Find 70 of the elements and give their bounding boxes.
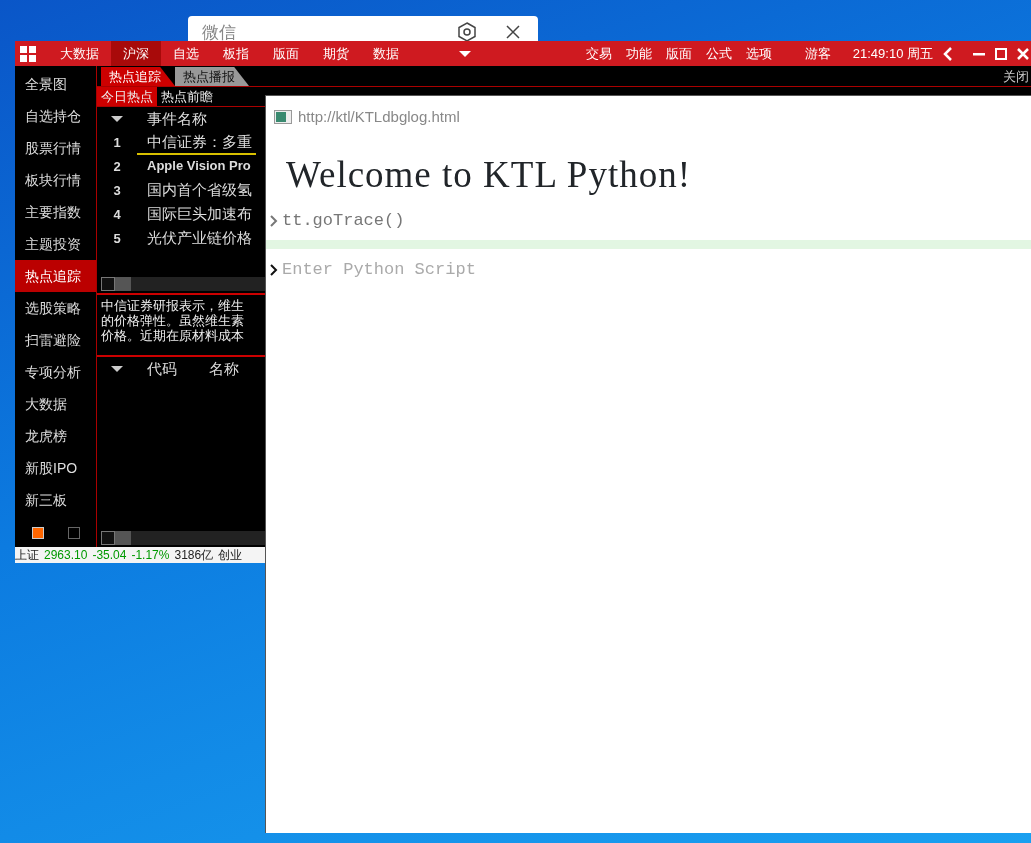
menu-item[interactable]: 公式 — [698, 41, 739, 66]
event-title[interactable]: 国内首个省级氢 — [137, 178, 256, 204]
tab[interactable]: 今日热点 — [97, 87, 157, 106]
settings-icon[interactable] — [458, 22, 476, 42]
menu-item[interactable]: 交易 — [578, 41, 619, 66]
tab[interactable]: 热点前瞻 — [157, 87, 217, 106]
back-icon[interactable] — [943, 46, 953, 61]
column-header[interactable]: 名称 — [177, 357, 239, 381]
sidebar-item[interactable]: 专项分析 — [15, 356, 96, 388]
event-title[interactable]: 国际巨头加速布 — [137, 202, 256, 228]
sort-icon[interactable] — [111, 116, 123, 122]
prompt-icon — [270, 214, 278, 227]
menu-item[interactable]: 数据 — [361, 41, 411, 66]
tab[interactable]: 热点追踪 — [101, 67, 175, 86]
column-header[interactable]: 代码 — [137, 357, 177, 381]
command-text: tt.goTrace() — [282, 210, 405, 233]
event-title[interactable]: Apple Vision Pro — [137, 156, 255, 178]
page-icon — [274, 110, 292, 125]
menu-item[interactable]: 沪深 — [111, 41, 161, 66]
sidebar-item[interactable]: 龙虎榜 — [15, 420, 96, 452]
event-title[interactable]: 中信证券：多重 — [137, 130, 256, 156]
user-label[interactable]: 游客 — [792, 41, 843, 66]
dropdown-icon[interactable] — [459, 50, 471, 57]
row-number: 1 — [112, 134, 122, 153]
status-value: 2963.10 — [44, 547, 88, 563]
sidebar-item[interactable]: 全景图 — [15, 68, 96, 100]
status-value: -1.17% — [131, 547, 170, 563]
menu-item[interactable]: 期货 — [311, 41, 361, 66]
row-number: 5 — [112, 230, 122, 249]
column-header[interactable]: 事件名称 — [137, 107, 207, 131]
sidebar-item[interactable]: 新三板 — [15, 484, 96, 516]
sidebar-item[interactable]: 自选持仓 — [15, 100, 96, 132]
sidebar-item[interactable]: 选股策略 — [15, 292, 96, 324]
row-number: 4 — [112, 206, 122, 225]
close-link[interactable]: 关闭 — [1003, 67, 1031, 86]
sidebar-item[interactable]: 热点追踪 — [15, 260, 96, 292]
menu-item[interactable]: 版面 — [261, 41, 311, 66]
clock-text: 21:49:10 周五 — [851, 45, 934, 63]
event-title[interactable]: 光伏产业链价格 — [137, 226, 256, 252]
menu-item[interactable]: 自选 — [161, 41, 211, 66]
page-heading: Welcome to KTL Python! — [285, 152, 693, 197]
window-title: 微信 — [202, 22, 237, 44]
sidebar-item[interactable]: 主要指数 — [15, 196, 96, 228]
prompt-icon — [270, 263, 278, 276]
sidebar-item[interactable]: 扫雷避险 — [15, 324, 96, 356]
status-value: 创业 — [218, 547, 243, 563]
url-text: http://ktl/KTLdbglog.html — [298, 107, 460, 127]
row-number: 2 — [112, 158, 122, 177]
menu-item[interactable]: 板指 — [211, 41, 261, 66]
menu-item[interactable]: 版面 — [658, 41, 699, 66]
sort-icon[interactable] — [111, 366, 123, 372]
menu-item[interactable]: 功能 — [618, 41, 659, 66]
maximize-icon[interactable] — [995, 47, 1007, 60]
app-logo-icon[interactable] — [20, 45, 36, 62]
horizontal-scrollbar[interactable] — [101, 277, 265, 291]
status-value: 3186亿 — [174, 547, 214, 563]
close-icon[interactable] — [506, 25, 520, 39]
status-value: -35.04 — [92, 547, 127, 563]
sidebar-item[interactable]: 板块行情 — [15, 164, 96, 196]
horizontal-scrollbar[interactable] — [101, 531, 265, 545]
menu-item[interactable]: 选项 — [738, 41, 779, 66]
status-value: 上证 — [15, 547, 39, 563]
tab[interactable]: 热点播报 — [175, 67, 249, 86]
sidebar-item[interactable]: 大数据 — [15, 388, 96, 420]
script-input[interactable]: Enter Python Script — [282, 257, 1027, 283]
menu-item[interactable]: 大数据 — [48, 41, 111, 66]
sidebar-item[interactable]: 新股IPO — [15, 452, 96, 484]
sidebar-item[interactable]: 主题投资 — [15, 228, 96, 260]
sidebar-item[interactable]: 股票行情 — [15, 132, 96, 164]
row-number: 3 — [112, 182, 122, 201]
